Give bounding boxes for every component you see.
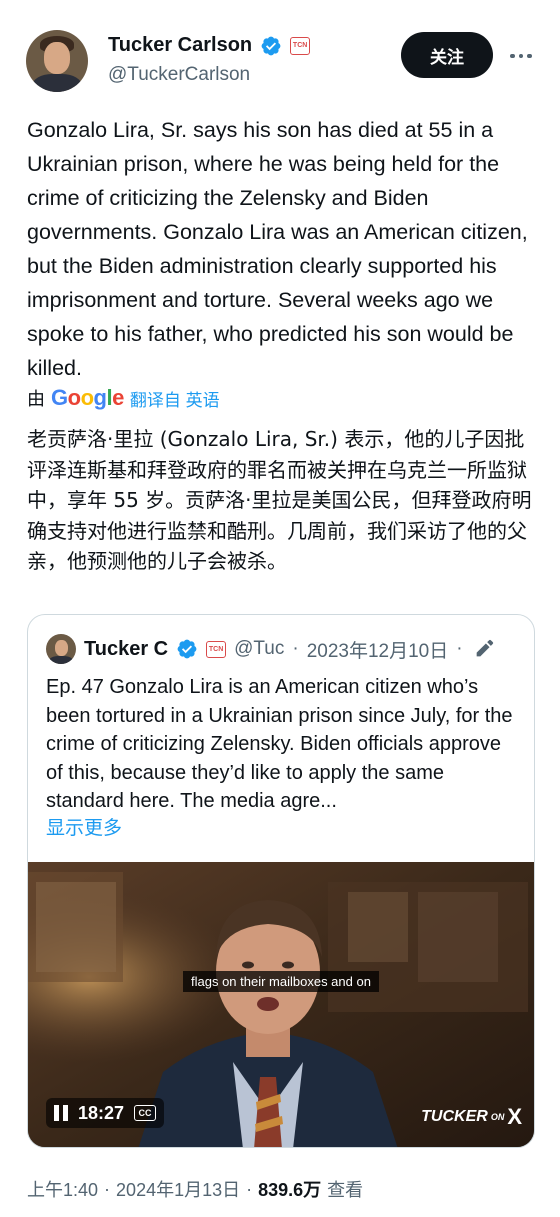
affiliate-badge-icon[interactable]: TCN bbox=[290, 36, 311, 55]
pause-icon[interactable] bbox=[54, 1105, 68, 1121]
quoted-date: 2023年12月10日 bbox=[306, 640, 449, 662]
view-count: 839.6万 bbox=[258, 1180, 322, 1200]
tweet-meta: 上午1:40 · 2024年1月13日 · 839.6万 查看 bbox=[27, 1176, 363, 1202]
quoted-author-name: Tucker C bbox=[84, 637, 169, 660]
quoted-author-avatar bbox=[46, 634, 76, 664]
meta-separator-2: · bbox=[246, 1178, 253, 1199]
closed-captions-icon[interactable]: CC bbox=[134, 1105, 157, 1121]
google-logo: Google bbox=[51, 385, 124, 410]
video-controls: 18:27 CC bbox=[46, 1098, 165, 1128]
translation-source-link[interactable]: 翻译自 英语 bbox=[130, 386, 220, 411]
edited-pencil-icon[interactable] bbox=[473, 638, 495, 660]
quoted-verified-badge-icon bbox=[177, 639, 197, 659]
video-time: 18:27 bbox=[78, 1102, 125, 1123]
quoted-tweet-text: Ep. 47 Gonzalo Lira is an American citiz… bbox=[46, 676, 513, 812]
tweet-date[interactable]: 2024年1月13日 bbox=[116, 1176, 240, 1202]
follow-button[interactable]: 关注 bbox=[401, 32, 493, 78]
verified-badge-icon bbox=[261, 36, 281, 55]
translation-by-label: 由 bbox=[27, 389, 45, 409]
quoted-affiliate-badge-icon: TCN bbox=[206, 640, 227, 658]
quoted-separator-2: · bbox=[456, 638, 463, 659]
quoted-separator: · bbox=[292, 638, 299, 659]
video-caption: flags on their mailboxes and on bbox=[183, 971, 379, 992]
author-name[interactable]: Tucker Carlson bbox=[108, 34, 252, 57]
tucker-on-x-watermark: TUCKER ON X bbox=[421, 1104, 522, 1129]
author-name-line: Tucker Carlson TCN bbox=[108, 34, 311, 57]
quoted-tweet-card[interactable]: Tucker C TCN @Tuc · 2023年12月10日 · Ep. 47… bbox=[27, 614, 535, 1148]
author-avatar[interactable] bbox=[26, 30, 88, 92]
show-more-link[interactable]: 显示更多 bbox=[46, 813, 122, 840]
quoted-tweet-header: Tucker C TCN @Tuc · 2023年12月10日 · bbox=[46, 633, 516, 665]
more-options-icon[interactable] bbox=[506, 42, 536, 70]
tweet-header: Tucker Carlson TCN @TuckerCarlson 关注 bbox=[26, 28, 536, 92]
quoted-author-handle: @Tuc bbox=[234, 638, 285, 659]
author-handle[interactable]: @TuckerCarlson bbox=[108, 64, 250, 86]
translated-tweet-text: 老贡萨洛·里拉 (Gonzalo Lira, Sr.) 表示，他的儿子因批评泽连… bbox=[27, 427, 532, 573]
meta-separator: · bbox=[104, 1178, 111, 1199]
video-player[interactable]: flags on their mailboxes and on 18:27 CC… bbox=[28, 862, 534, 1147]
tweet-text: Gonzalo Lira, Sr. says his son has died … bbox=[27, 118, 528, 380]
tweet-time[interactable]: 上午1:40 bbox=[27, 1176, 98, 1202]
views-label: 查看 bbox=[327, 1180, 364, 1200]
translation-attribution: 由 Google 翻译自 英语 bbox=[27, 385, 220, 411]
